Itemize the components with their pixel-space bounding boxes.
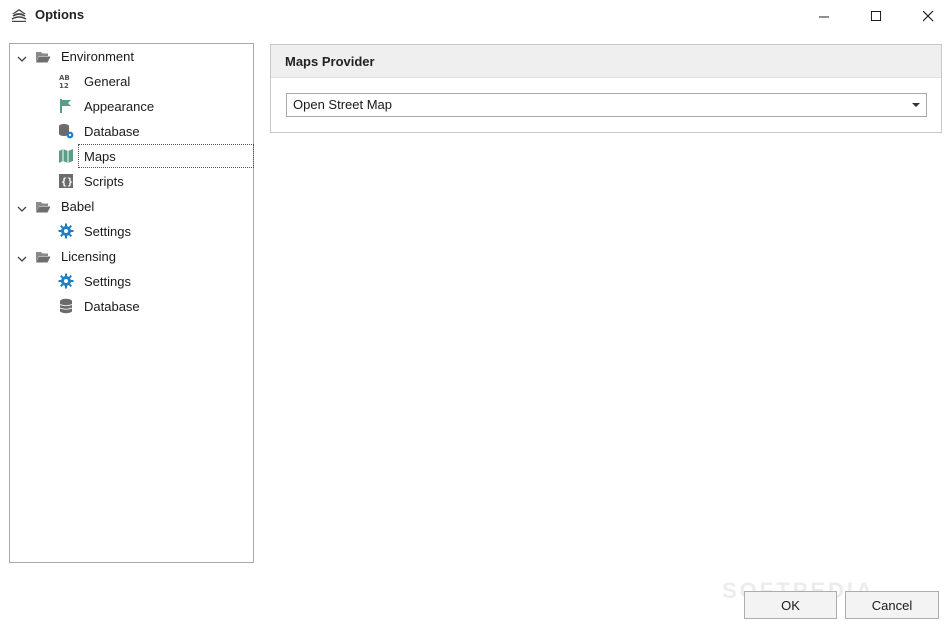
tree-item-scripts[interactable]: Scripts [84, 173, 124, 191]
maps-provider-group: Maps Provider Open Street Map [270, 44, 942, 133]
maximize-icon [870, 10, 881, 21]
gear-icon [58, 223, 74, 239]
minimize-icon [818, 16, 829, 17]
folder-open-icon [36, 52, 51, 63]
tree-item-database[interactable]: Database [84, 123, 140, 141]
options-tree[interactable]: Environment AB 12 General Appearance Data… [9, 43, 254, 563]
dropdown-arrow-icon[interactable] [912, 103, 920, 107]
map-icon [59, 149, 73, 163]
window-title: Options [35, 7, 85, 22]
app-icon [11, 9, 27, 22]
chevron-down-icon[interactable] [17, 204, 27, 214]
group-header: Maps Provider [271, 45, 941, 78]
flag-icon [60, 99, 71, 113]
database-gear-icon [59, 124, 74, 139]
chevron-down-icon[interactable] [17, 254, 27, 264]
cancel-button[interactable]: Cancel [845, 591, 939, 619]
ok-button[interactable]: OK [744, 591, 837, 619]
svg-text:{}: {} [61, 177, 73, 188]
tree-item-maps[interactable]: Maps [84, 148, 116, 166]
tree-item-babel[interactable]: Babel [61, 198, 94, 216]
maps-provider-dropdown[interactable]: Open Street Map [286, 93, 927, 117]
tree-item-appearance[interactable]: Appearance [84, 98, 154, 116]
minimize-button[interactable] [801, 0, 847, 32]
chevron-down-icon[interactable] [17, 54, 27, 64]
title-bar: Options [0, 0, 951, 32]
close-icon [922, 10, 933, 21]
svg-text:AB: AB [59, 74, 70, 82]
group-title: Maps Provider [285, 54, 375, 69]
maximize-button[interactable] [853, 0, 899, 32]
tree-item-licensing[interactable]: Licensing [61, 248, 116, 266]
tree-item-babel-settings[interactable]: Settings [84, 223, 131, 241]
dropdown-value: Open Street Map [293, 97, 392, 112]
tree-item-general[interactable]: General [84, 73, 130, 91]
folder-open-icon [36, 202, 51, 213]
tree-item-licensing-database[interactable]: Database [84, 298, 140, 316]
tree-item-environment[interactable]: Environment [61, 48, 134, 66]
tree-item-licensing-settings[interactable]: Settings [84, 273, 131, 291]
database-icon [59, 298, 73, 314]
svg-text:12: 12 [59, 82, 69, 89]
folder-open-icon [36, 252, 51, 263]
braces-icon: {} [59, 174, 73, 188]
ab12-text-icon: AB12 [59, 74, 70, 89]
gear-icon [58, 273, 74, 289]
close-button[interactable] [905, 0, 951, 32]
